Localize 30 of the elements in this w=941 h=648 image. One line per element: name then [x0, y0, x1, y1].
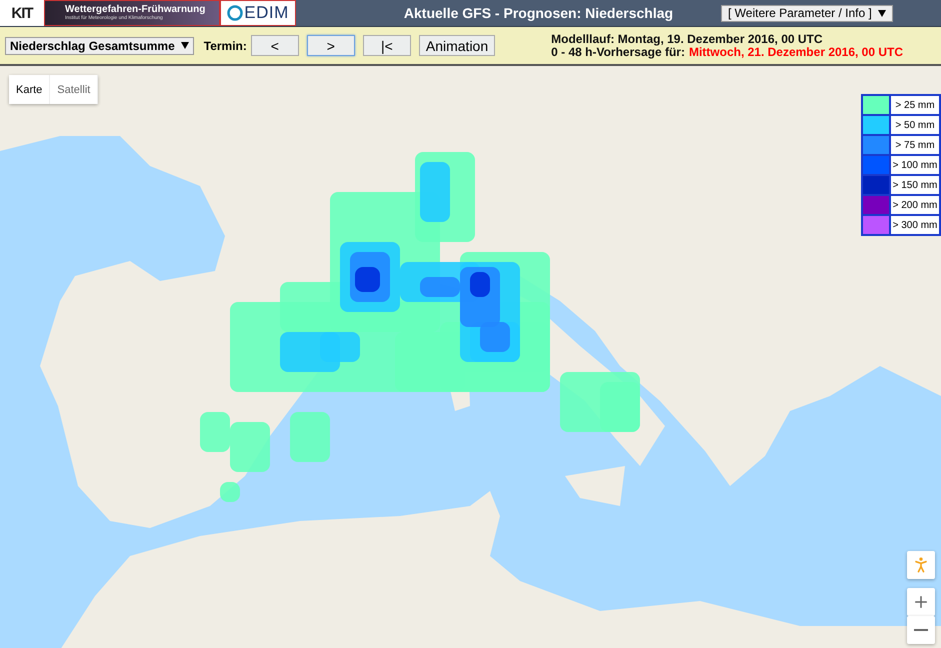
- caret-icon: [180, 42, 189, 49]
- legend-label: > 75 mm: [890, 135, 940, 155]
- zoom-out-button[interactable]: [907, 616, 935, 644]
- minus-icon: [914, 629, 928, 631]
- banner-title: Wettergefahren-Frühwarnung: [65, 4, 206, 15]
- ring-icon: [227, 5, 244, 21]
- step-button[interactable]: <: [250, 35, 299, 56]
- animation-button[interactable]: Animation: [418, 35, 496, 56]
- zoom-in-button[interactable]: [907, 588, 935, 616]
- forecast-label: 0 - 48 h-Vorhersage für:: [551, 46, 685, 58]
- kit-logo: KIT: [0, 0, 44, 26]
- parameter-menu[interactable]: [ Weitere Parameter / Info ]: [721, 4, 893, 22]
- parameter-select[interactable]: Niederschlag Gesamtsumme: [5, 36, 194, 54]
- termin-label: Termin:: [204, 38, 247, 52]
- legend-label: > 25 mm: [890, 95, 940, 115]
- legend-label: > 200 mm: [890, 195, 940, 215]
- cedim-logo: EDIM: [244, 3, 289, 23]
- plus-icon: [912, 593, 930, 611]
- page-title: Aktuelle GFS - Prognosen: Niederschlag: [402, 5, 674, 21]
- forecast-date: Mittwoch, 21. Dezember 2016, 00 UTC: [688, 46, 904, 58]
- step-button[interactable]: >: [306, 35, 355, 56]
- legend-label: > 50 mm: [890, 115, 940, 135]
- map-type-tab[interactable]: Karte: [9, 75, 50, 104]
- model-run-text: Modelllauf: Montag, 19. Dezember 2016, 00 UTC: [551, 32, 823, 46]
- legend-label: > 100 mm: [890, 155, 940, 175]
- legend-label: > 300 mm: [890, 215, 940, 235]
- caret-icon: [878, 10, 886, 16]
- legend-label: > 150 mm: [890, 175, 940, 195]
- step-button[interactable]: |<: [362, 35, 411, 56]
- map-type-tab[interactable]: Satellit: [50, 75, 98, 104]
